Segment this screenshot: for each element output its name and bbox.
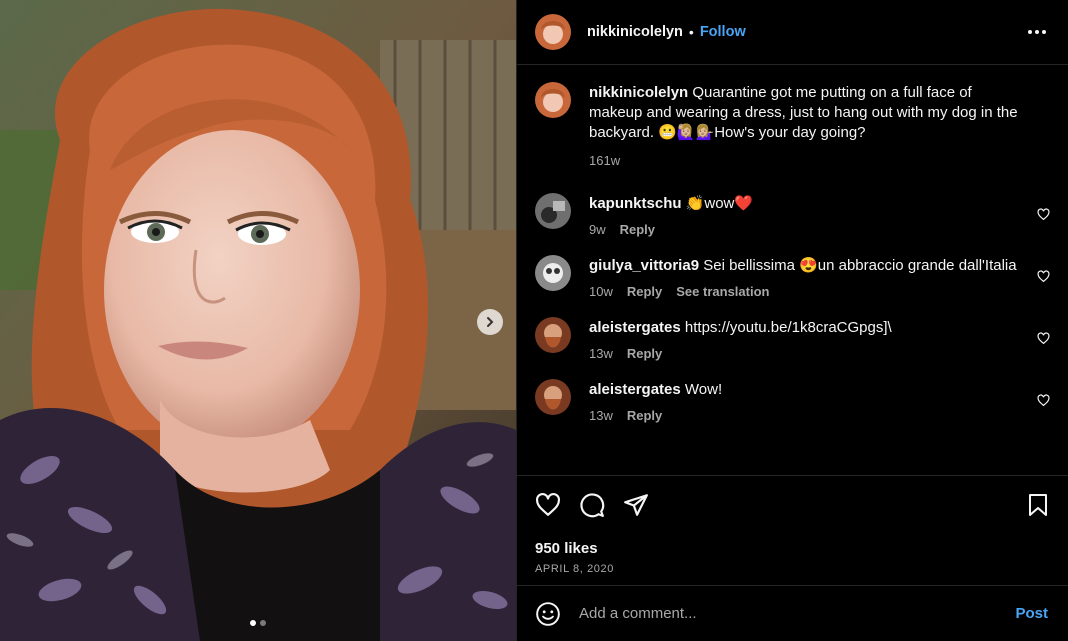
see-translation-button[interactable]: See translation [676, 284, 769, 299]
emoji-picker-button[interactable] [535, 601, 561, 627]
comment-time[interactable]: 10w [589, 284, 613, 299]
comment-text: Sei bellissima 😍un abbraccio grande dall… [703, 257, 1017, 274]
emoji-icon [536, 601, 560, 626]
post-caption: nikkinicolelyn Quarantine got me putting… [535, 82, 1052, 168]
post-actions: 950 likes APRIL 8, 2020 [517, 475, 1068, 585]
reply-button[interactable]: Reply [627, 284, 662, 299]
reply-button[interactable]: Reply [627, 346, 662, 361]
author-avatar[interactable] [535, 14, 571, 50]
post-media [0, 0, 516, 641]
commenter-avatar[interactable] [535, 379, 571, 415]
comment-username[interactable]: aleistergates [589, 319, 681, 336]
bookmark-icon [1029, 494, 1047, 516]
post-details-panel: nikkinicolelyn • Follow nikkinicolelyn Q… [516, 0, 1068, 641]
comment-heart-icon[interactable] [1037, 332, 1050, 345]
comment-item: aleistergates Wow! 13w Reply [535, 379, 1052, 423]
caption-time[interactable]: 161w [589, 153, 620, 168]
more-options-button[interactable] [1022, 24, 1052, 40]
chevron-right-icon [487, 317, 494, 327]
comment-time[interactable]: 9w [589, 222, 606, 237]
follow-button[interactable]: Follow [700, 24, 746, 40]
likes-count[interactable]: 950 likes [535, 540, 1050, 557]
comment-time[interactable]: 13w [589, 408, 613, 423]
comment-text: 👏wow❤️ [685, 195, 754, 212]
comment-heart-icon[interactable] [1037, 394, 1050, 407]
post-header: nikkinicolelyn • Follow [517, 0, 1068, 65]
comment-item: aleistergates https://youtu.be/1k8craCGp… [535, 317, 1052, 361]
comment-item: kapunktschu 👏wow❤️ 9w Reply [535, 193, 1052, 237]
caption-username[interactable]: nikkinicolelyn [589, 84, 688, 101]
comment-text: Wow! [684, 381, 723, 398]
commenter-avatar[interactable] [535, 255, 571, 291]
instagram-post-modal: nikkinicolelyn • Follow nikkinicolelyn Q… [0, 0, 1068, 641]
commenter-avatar[interactable] [535, 317, 571, 353]
send-icon [624, 494, 648, 516]
comment-button[interactable] [579, 492, 605, 518]
comment-heart-icon[interactable] [1037, 208, 1050, 221]
post-date[interactable]: APRIL 8, 2020 [535, 563, 1050, 575]
commenter-avatar[interactable] [535, 193, 571, 229]
carousel-indicator [0, 620, 516, 626]
comment-heart-icon[interactable] [1037, 270, 1050, 283]
next-slide-button[interactable] [477, 309, 503, 335]
comment-item: giulya_vittoria9 Sei bellissima 😍un abbr… [535, 255, 1052, 299]
save-button[interactable] [1026, 492, 1050, 518]
action-icon-row [535, 490, 1050, 520]
heart-icon [536, 492, 560, 516]
comment-icon [580, 493, 605, 518]
more-horizontal-icon [1028, 30, 1032, 34]
comments-list[interactable]: nikkinicolelyn Quarantine got me putting… [517, 65, 1068, 475]
caption-avatar[interactable] [535, 82, 571, 118]
author-username[interactable]: nikkinicolelyn [587, 24, 683, 40]
comment-username[interactable]: kapunktschu [589, 195, 682, 212]
comment-text[interactable]: https://youtu.be/1k8craCGpgs]\ [685, 319, 892, 336]
comment-time[interactable]: 13w [589, 346, 613, 361]
separator-dot: • [688, 24, 694, 40]
like-button[interactable] [535, 492, 561, 518]
reply-button[interactable]: Reply [620, 222, 655, 237]
reply-button[interactable]: Reply [627, 408, 662, 423]
comment-composer: Post [517, 585, 1068, 641]
share-button[interactable] [623, 492, 649, 518]
post-photo[interactable] [0, 0, 516, 641]
comment-username[interactable]: giulya_vittoria9 [589, 257, 699, 274]
carousel-dot [260, 620, 266, 626]
add-comment-input[interactable] [579, 605, 1016, 622]
post-comment-button[interactable]: Post [1015, 605, 1048, 622]
carousel-dot-active [250, 620, 256, 626]
comment-username[interactable]: aleistergates [589, 381, 681, 398]
